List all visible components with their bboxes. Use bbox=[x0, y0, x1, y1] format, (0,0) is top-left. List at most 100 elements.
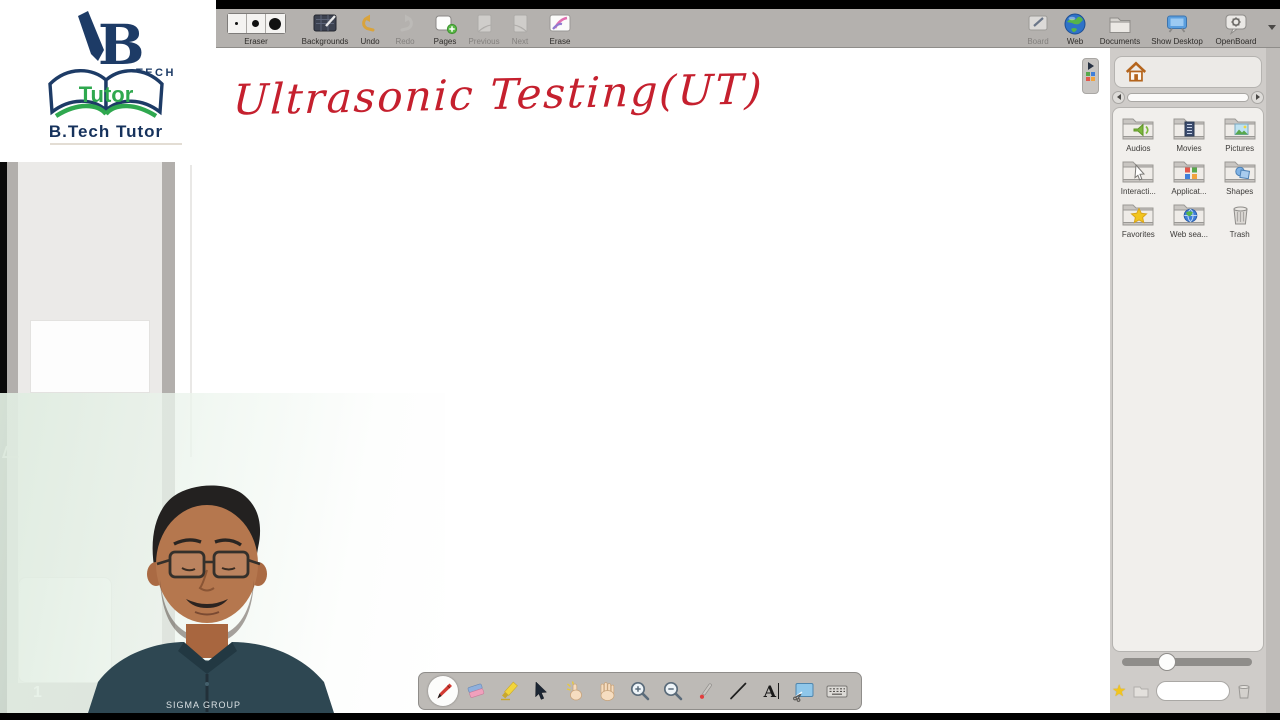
keyboard-icon bbox=[824, 679, 850, 703]
interactivities-label: Interacti... bbox=[1121, 187, 1156, 196]
redo-label: Redo bbox=[395, 37, 414, 46]
bottom-black-bar bbox=[0, 713, 1280, 720]
highlighter-tool[interactable] bbox=[494, 676, 524, 706]
library-grid-panel: Audios Movies Pictu bbox=[1112, 107, 1264, 652]
openboard-menu-button[interactable]: OpenBoard bbox=[1208, 11, 1264, 46]
erase-label: Erase bbox=[550, 37, 571, 46]
show-desktop-button[interactable]: Show Desktop bbox=[1148, 11, 1206, 46]
backgrounds-button[interactable]: Backgrounds bbox=[300, 11, 350, 46]
pointing-hand-icon bbox=[562, 679, 586, 703]
applications-label: Applicat... bbox=[1171, 187, 1206, 196]
library-search-input[interactable] bbox=[1156, 681, 1230, 701]
zoom-in-tool[interactable] bbox=[625, 676, 655, 706]
pen-icon bbox=[431, 679, 455, 703]
zoom-out-icon bbox=[661, 679, 685, 703]
previous-label: Previous bbox=[468, 37, 499, 46]
library-item-trash[interactable]: Trash bbox=[1214, 200, 1265, 239]
desktop-icon bbox=[1164, 11, 1190, 36]
pen-tool[interactable] bbox=[428, 676, 458, 706]
btech-tutor-logo: B TECH Tutor B.Tech Tutor bbox=[22, 4, 194, 160]
new-folder-icon[interactable] bbox=[1132, 682, 1150, 700]
favorite-toggle-icon[interactable]: ★ bbox=[1112, 681, 1126, 701]
trash-label: Trash bbox=[1230, 230, 1250, 239]
eraser-small-button[interactable] bbox=[228, 14, 247, 33]
text-tool-icon: A bbox=[764, 682, 779, 701]
scroll-right-button[interactable] bbox=[1251, 91, 1264, 104]
eraser-label: Eraser bbox=[244, 37, 268, 46]
favorites-label: Favorites bbox=[1122, 230, 1155, 239]
line-tool[interactable] bbox=[723, 676, 753, 706]
backgrounds-icon bbox=[312, 11, 338, 36]
movies-label: Movies bbox=[1176, 144, 1201, 153]
open-hand-icon bbox=[595, 679, 619, 703]
library-item-web-search[interactable]: Web sea... bbox=[1164, 200, 1215, 239]
library-item-interactivities[interactable]: Interacti... bbox=[1113, 157, 1164, 196]
laser-pointer-icon bbox=[694, 679, 718, 703]
scroll-track[interactable] bbox=[1127, 93, 1249, 102]
line-icon bbox=[726, 679, 750, 703]
web-label: Web bbox=[1067, 37, 1083, 46]
library-breadcrumb-bar bbox=[1114, 56, 1262, 88]
new-page-icon bbox=[433, 11, 458, 36]
library-grid: Audios Movies Pictu bbox=[1113, 114, 1265, 239]
erase-button[interactable]: Erase bbox=[540, 11, 580, 46]
handwritten-title: Ultrasonic Testing(UT) bbox=[232, 65, 754, 125]
documents-mode-button[interactable]: Documents bbox=[1094, 11, 1146, 46]
selector-tool[interactable] bbox=[526, 676, 556, 706]
library-item-shapes[interactable]: Shapes bbox=[1214, 157, 1265, 196]
next-label: Next bbox=[512, 37, 528, 46]
library-panel-resize-edge[interactable] bbox=[1266, 48, 1280, 713]
board-icon bbox=[1026, 11, 1050, 36]
capture-tool[interactable] bbox=[789, 676, 819, 706]
library-item-applications[interactable]: Applicat... bbox=[1164, 157, 1215, 196]
pages-label: Pages bbox=[434, 37, 457, 46]
pages-button[interactable]: Pages bbox=[427, 11, 463, 46]
board-label: Board bbox=[1027, 37, 1048, 46]
openboard-caret-icon[interactable] bbox=[1268, 25, 1276, 30]
eraser-medium-button[interactable] bbox=[247, 14, 266, 33]
eraser-large-button[interactable] bbox=[266, 14, 285, 33]
top-toolbar: Eraser Backgrounds Undo bbox=[216, 9, 1280, 48]
show-desktop-label: Show Desktop bbox=[1151, 37, 1203, 46]
library-item-pictures[interactable]: Pictures bbox=[1214, 114, 1265, 153]
pictures-folder-icon bbox=[1222, 114, 1258, 144]
delete-trash-icon[interactable] bbox=[1236, 682, 1252, 700]
top-black-strip bbox=[216, 0, 1280, 9]
redo-button[interactable]: Redo bbox=[389, 11, 421, 46]
logo-tutor: Tutor bbox=[79, 82, 134, 107]
arrow-cursor-icon bbox=[529, 679, 553, 703]
virtual-keyboard-tool[interactable] bbox=[822, 676, 852, 706]
text-tool[interactable]: A bbox=[756, 676, 786, 706]
undo-button[interactable]: Undo bbox=[354, 11, 386, 46]
page-thumbnail[interactable] bbox=[30, 320, 150, 393]
scroll-left-button[interactable] bbox=[1112, 91, 1125, 104]
web-mode-button[interactable]: Web bbox=[1058, 11, 1092, 46]
interact-tool[interactable] bbox=[559, 676, 589, 706]
shapes-label: Shapes bbox=[1226, 187, 1253, 196]
laser-pointer-tool[interactable] bbox=[691, 676, 721, 706]
eraser-tool[interactable] bbox=[461, 676, 491, 706]
library-collapse-tab[interactable] bbox=[1082, 58, 1099, 94]
zoom-out-tool[interactable] bbox=[658, 676, 688, 706]
shirt-text: SIGMA GROUP bbox=[166, 700, 241, 710]
collapse-arrow-icon bbox=[1088, 62, 1094, 70]
library-item-audios[interactable]: Audios bbox=[1113, 114, 1164, 153]
library-item-movies[interactable]: Movies bbox=[1164, 114, 1215, 153]
next-page-button[interactable]: Next bbox=[504, 11, 536, 46]
documents-label: Documents bbox=[1100, 37, 1140, 46]
home-icon[interactable] bbox=[1123, 59, 1149, 85]
board-mode-button[interactable]: Board bbox=[1020, 11, 1056, 46]
slider-knob[interactable] bbox=[1158, 653, 1176, 671]
mode-toolbar: Board Web bbox=[1020, 11, 1276, 46]
previous-page-button[interactable]: Previous bbox=[466, 11, 502, 46]
highlighter-icon bbox=[497, 679, 521, 703]
library-item-favorites[interactable]: Favorites bbox=[1113, 200, 1164, 239]
movies-folder-icon bbox=[1171, 114, 1207, 144]
slider-track[interactable] bbox=[1122, 658, 1252, 666]
web-globe-icon bbox=[1063, 11, 1087, 36]
logo-caption: B.Tech Tutor bbox=[49, 122, 163, 141]
library-bottom-bar: ★ bbox=[1112, 676, 1266, 706]
undo-label: Undo bbox=[360, 37, 379, 46]
library-mini-icon bbox=[1086, 72, 1095, 81]
hand-tool[interactable] bbox=[592, 676, 622, 706]
